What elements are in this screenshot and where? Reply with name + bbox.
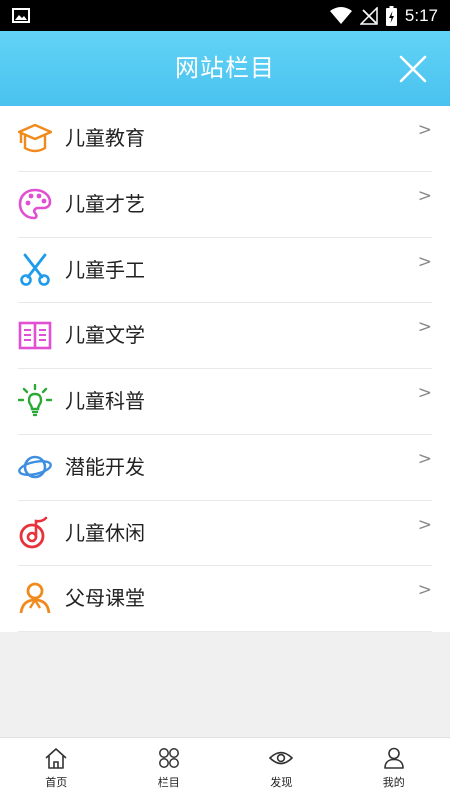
chevron-right-icon: >	[417, 317, 432, 338]
palette-icon	[18, 188, 52, 220]
tab-discover[interactable]: 发现	[225, 738, 338, 800]
person-icon	[383, 747, 404, 769]
home-icon	[45, 748, 67, 769]
image-icon	[12, 8, 30, 23]
chevron-right-icon: >	[417, 251, 432, 272]
eye-icon	[269, 751, 294, 765]
tab-categories[interactable]: 栏目	[113, 738, 226, 800]
tab-label: 我的	[382, 776, 405, 789]
page-title: 网站栏目	[175, 54, 275, 82]
chevron-right-icon: >	[417, 448, 432, 469]
tab-mine[interactable]: 我的	[338, 738, 450, 800]
menu-item-children-science[interactable]: 儿童科普 >	[18, 369, 432, 435]
user-icon	[19, 582, 51, 614]
status-bar: 5:17	[0, 0, 450, 31]
tab-home[interactable]: 首页	[0, 738, 113, 800]
menu-item-label: 儿童休闲	[65, 520, 145, 545]
graduation-cap-icon	[18, 123, 52, 153]
close-icon[interactable]	[398, 54, 428, 84]
book-icon	[18, 321, 52, 350]
bottom-tab-bar: 首页 栏目 发现 我的	[0, 737, 450, 800]
music-note-icon	[19, 516, 48, 548]
chevron-right-icon: >	[417, 120, 432, 140]
category-menu: 儿童教育 > 儿童才艺 > 儿童手工 > 儿童文学 > 儿童科普 > 潜能开发 …	[0, 106, 450, 632]
menu-item-label: 儿童才艺	[65, 191, 145, 216]
menu-item-potential-development[interactable]: 潜能开发 >	[18, 435, 432, 501]
chevron-right-icon: >	[417, 185, 432, 206]
chevron-right-icon: >	[417, 514, 432, 535]
menu-item-children-handcraft[interactable]: 儿童手工 >	[18, 238, 432, 304]
menu-item-label: 潜能开发	[65, 454, 145, 479]
menu-item-label: 儿童科普	[65, 389, 145, 413]
header-bar: 网站栏目	[0, 31, 450, 106]
no-signal-icon	[359, 7, 378, 25]
grid-icon	[158, 748, 179, 768]
status-time: 5:17	[404, 6, 438, 25]
menu-item-children-literature[interactable]: 儿童文学 >	[18, 303, 432, 369]
menu-item-children-education[interactable]: 儿童教育 >	[18, 106, 432, 172]
menu-item-children-talent[interactable]: 儿童才艺 >	[18, 172, 432, 238]
chevron-right-icon: >	[417, 580, 432, 601]
menu-item-parent-class[interactable]: 父母课堂 >	[18, 566, 432, 632]
wifi-icon	[329, 7, 352, 24]
tab-label: 发现	[270, 776, 293, 789]
tab-label: 栏目	[157, 776, 180, 789]
battery-charging-icon	[385, 6, 397, 26]
scissors-icon	[20, 253, 50, 286]
menu-item-children-leisure[interactable]: 儿童休闲 >	[18, 501, 432, 567]
planet-icon	[18, 455, 52, 479]
menu-item-label: 儿童教育	[65, 126, 145, 150]
tab-label: 首页	[45, 776, 68, 789]
menu-item-label: 儿童手工	[65, 257, 145, 282]
chevron-right-icon: >	[417, 383, 432, 403]
lightbulb-icon	[18, 384, 52, 417]
menu-item-label: 儿童文学	[65, 323, 145, 348]
menu-item-label: 父母课堂	[65, 586, 145, 611]
